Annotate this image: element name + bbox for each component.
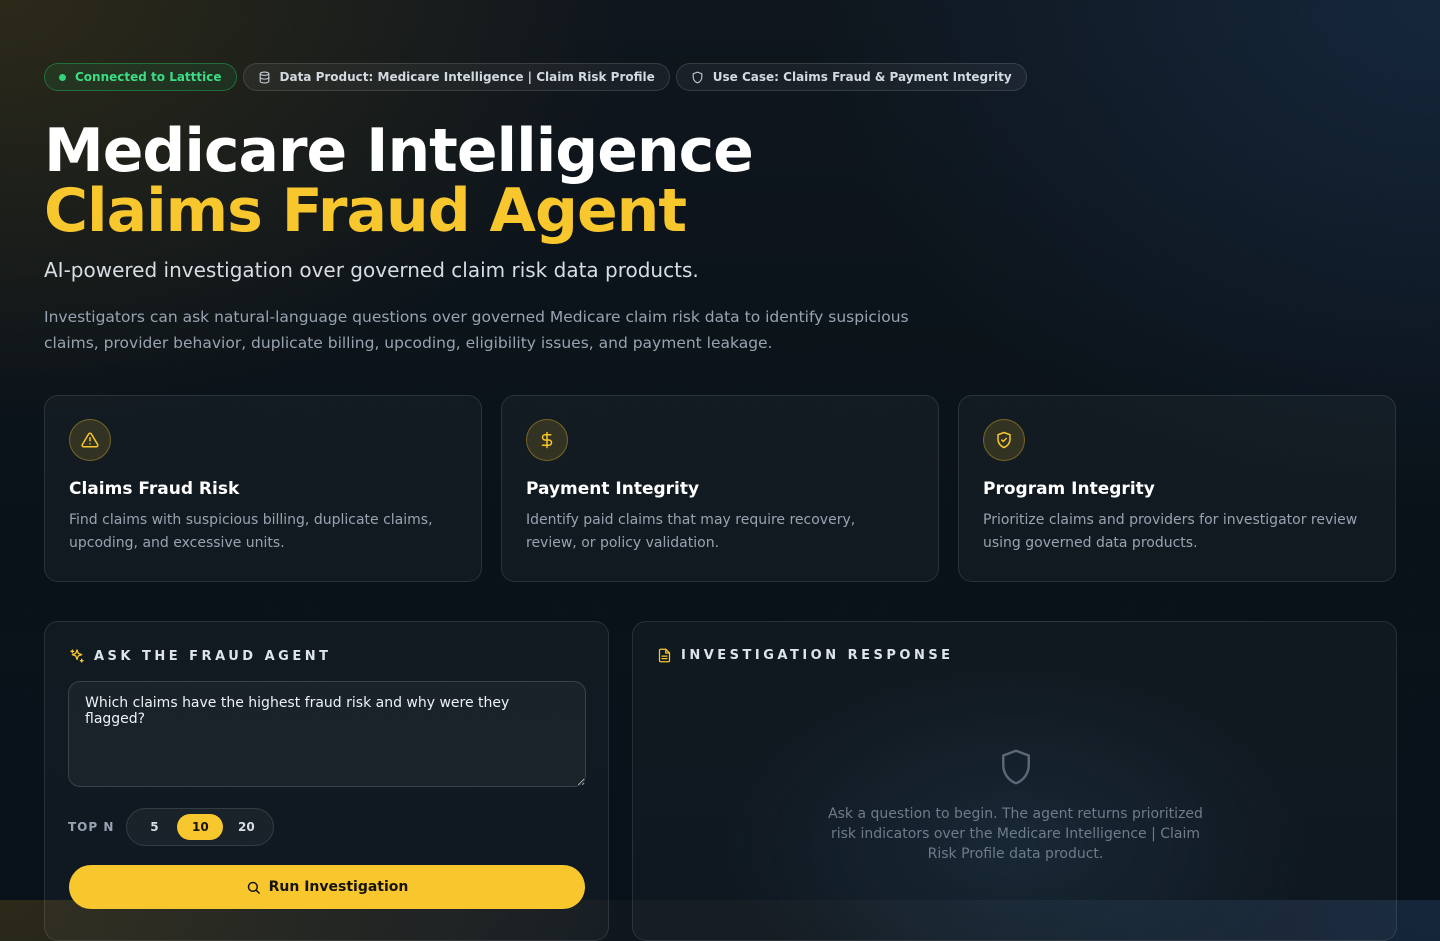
- card-title: Payment Integrity: [526, 479, 700, 499]
- response-panel-title: INVESTIGATION RESPONSE: [681, 648, 954, 663]
- shield-check-icon: [997, 431, 1011, 449]
- page-description: Investigators can ask natural-language q…: [44, 308, 909, 352]
- card-icon-wrap: [526, 419, 568, 461]
- run-investigation-label: Run Investigation: [268, 879, 409, 895]
- ask-panel-header: ASK THE FRAUD AGENT: [69, 648, 331, 664]
- status-dot-icon: [59, 73, 66, 81]
- shield-icon: [692, 71, 703, 83]
- card-program-integrity: Program Integrity Prioritize claims and …: [958, 395, 1396, 582]
- page-title-line2: Claims Fraud Agent: [44, 176, 687, 246]
- response-panel-header: INVESTIGATION RESPONSE: [657, 648, 954, 663]
- ask-panel-title: ASK THE FRAUD AGENT: [94, 648, 332, 664]
- card-title: Claims Fraud Risk: [69, 479, 240, 499]
- question-input[interactable]: Which claims have the highest fraud risk…: [68, 681, 586, 787]
- page-subtitle: AI-powered investigation over governed c…: [44, 258, 699, 282]
- database-icon: [259, 71, 269, 83]
- dollar-icon: [541, 431, 553, 449]
- ask-agent-panel: ASK THE FRAUD AGENT Which claims have th…: [44, 621, 609, 941]
- sparkles-icon: [70, 649, 84, 663]
- card-description: Find claims with suspicious billing, dup…: [69, 512, 433, 551]
- card-payment-integrity: Payment Integrity Identify paid claims t…: [501, 395, 939, 582]
- warning-triangle-icon: [81, 432, 99, 448]
- data-product-label: Data Product: Medicare Intelligence | Cl…: [279, 70, 655, 84]
- card-claims-fraud-risk: Claims Fraud Risk Find claims with suspi…: [44, 395, 482, 582]
- card-description: Prioritize claims and providers for inve…: [983, 512, 1358, 551]
- connection-label: Connected to Latttice: [75, 70, 222, 84]
- top-n-label: TOP N: [68, 820, 115, 834]
- feature-cards: Claims Fraud Risk Find claims with suspi…: [44, 395, 1396, 582]
- page-title-line1: Medicare Intelligence: [44, 116, 754, 186]
- use-case-badge: Use Case: Claims Fraud & Payment Integri…: [675, 63, 1027, 91]
- top-n-option-5[interactable]: 5: [133, 814, 175, 840]
- connection-badge: Connected to Latttice: [44, 63, 237, 91]
- top-n-option-10[interactable]: 10: [177, 814, 224, 840]
- document-icon: [658, 648, 671, 663]
- use-case-label: Use Case: Claims Fraud & Payment Integri…: [712, 70, 1012, 84]
- empty-state-text: Ask a question to begin. The agent retur…: [828, 806, 1203, 862]
- empty-state: Ask a question to begin. The agent retur…: [633, 748, 1398, 864]
- card-icon-wrap: [69, 419, 111, 461]
- card-title: Program Integrity: [983, 479, 1155, 499]
- top-n-control: TOP N 5 10 20: [68, 808, 275, 846]
- card-icon-wrap: [983, 419, 1025, 461]
- card-description: Identify paid claims that may require re…: [526, 512, 856, 551]
- shield-icon: [1001, 749, 1030, 785]
- run-investigation-button[interactable]: Run Investigation: [69, 865, 585, 909]
- status-badges: Connected to Latttice Data Product: Medi…: [44, 63, 1027, 91]
- investigation-response-panel: INVESTIGATION RESPONSE Ask a question to…: [632, 621, 1397, 941]
- search-icon: [247, 881, 260, 894]
- top-n-segmented: 5 10 20: [126, 808, 275, 846]
- data-product-badge: Data Product: Medicare Intelligence | Cl…: [242, 63, 670, 91]
- top-n-option-20[interactable]: 20: [225, 814, 267, 840]
